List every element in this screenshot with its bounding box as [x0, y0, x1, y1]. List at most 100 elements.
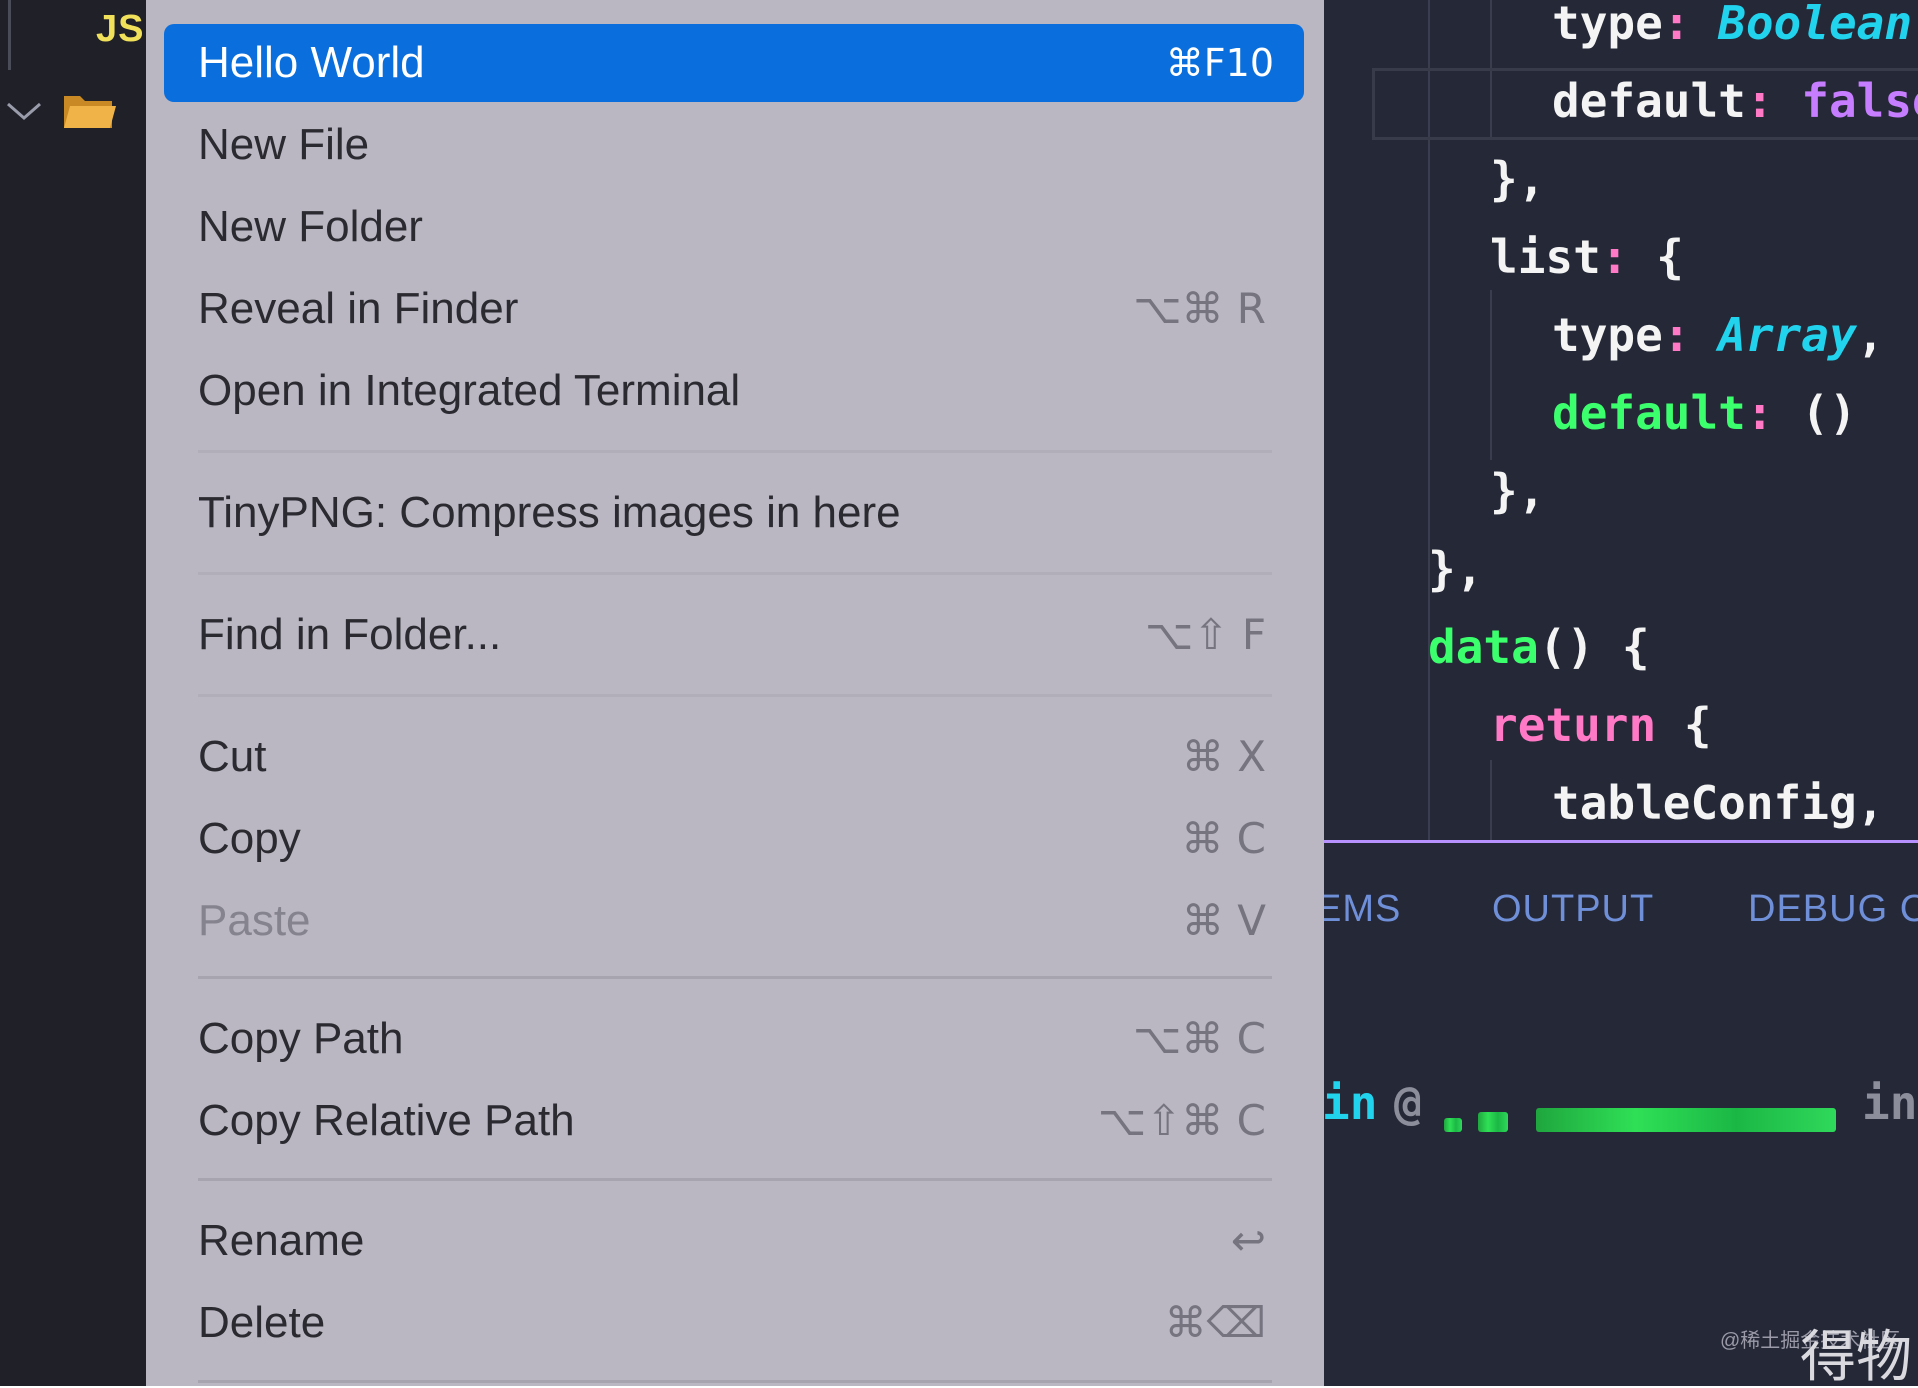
- menu-separator: [198, 976, 1272, 979]
- terminal-suffix: in: [1862, 1076, 1918, 1130]
- menu-item-paste: Paste ⌘ V: [164, 882, 1304, 960]
- code-token: list: [1490, 230, 1601, 284]
- redacted-text: [1478, 1112, 1508, 1132]
- code-token: default: [1552, 386, 1746, 440]
- menu-item-shortcut: ⌘F10: [1165, 41, 1274, 85]
- menu-item-label: Delete: [198, 1298, 326, 1347]
- code-token: (): [1801, 386, 1857, 440]
- tab-output[interactable]: OUTPUT: [1492, 888, 1654, 931]
- menu-item-delete[interactable]: Delete ⌘⌫: [164, 1284, 1304, 1362]
- menu-item-shortcut: ⌘ V: [1181, 896, 1266, 945]
- code-token: default: [1552, 74, 1746, 128]
- terminal-prefix: in: [1322, 1076, 1378, 1130]
- code-line: return {: [1490, 686, 1712, 764]
- code-token: type: [1552, 308, 1663, 362]
- menu-item-label: Copy Relative Path: [198, 1096, 575, 1145]
- menu-item-label: Copy: [198, 814, 301, 863]
- code-line: default: (): [1552, 374, 1857, 452]
- menu-item-label: Hello World: [198, 38, 425, 87]
- code-token: Boolean: [1718, 0, 1913, 50]
- code-token: },: [1428, 542, 1484, 596]
- chevron-down-icon[interactable]: [4, 98, 44, 124]
- tree-indent-guide: [8, 0, 11, 70]
- code-line: type: Array,: [1552, 296, 1884, 374]
- code-token: tableConfig,: [1552, 776, 1885, 830]
- menu-item-shortcut: ⌥⇧⌘ C: [1097, 1096, 1266, 1145]
- code-token: type: [1552, 0, 1663, 50]
- indent-guide: [1490, 760, 1492, 840]
- code-line: list: {: [1490, 218, 1684, 296]
- panel-border: [1324, 840, 1918, 843]
- code-token: {: [1656, 698, 1712, 752]
- menu-item-shortcut: ⌥⌘ C: [1132, 1014, 1266, 1063]
- code-line: },: [1428, 530, 1483, 608]
- indent-guide: [1490, 290, 1492, 460]
- code-line: tableConfig,: [1552, 764, 1884, 840]
- tab-debug-console[interactable]: DEBUG C: [1748, 888, 1918, 931]
- js-file-icon[interactable]: JS: [96, 8, 144, 51]
- menu-item-label: Copy Path: [198, 1014, 404, 1063]
- code-token: :: [1662, 308, 1719, 362]
- menu-item-label: New Folder: [198, 202, 423, 251]
- indent-guide: [1428, 680, 1430, 840]
- code-line: default: false: [1552, 62, 1918, 140]
- menu-item-label: Cut: [198, 732, 267, 781]
- redacted-text: [1444, 1118, 1462, 1132]
- menu-item-reveal-in-finder[interactable]: Reveal in Finder ⌥⌘ R: [164, 270, 1304, 348]
- code-line: },: [1490, 452, 1545, 530]
- code-token: },: [1490, 152, 1546, 206]
- terminal-at: @: [1394, 1076, 1422, 1130]
- menu-item-find-in-folder[interactable]: Find in Folder... ⌥⇧ F: [164, 596, 1304, 674]
- menu-item-tinypng[interactable]: TinyPNG: Compress images in here: [164, 474, 1304, 552]
- menu-item-label: TinyPNG: Compress images in here: [198, 488, 901, 537]
- menu-item-label: Find in Folder...: [198, 610, 502, 659]
- explorer-sidebar: JS: [0, 0, 148, 1386]
- menu-item-new-folder[interactable]: New Folder: [164, 188, 1304, 266]
- code-line: type: Boolean: [1552, 0, 1912, 62]
- menu-item-rename[interactable]: Rename ↩: [164, 1202, 1304, 1280]
- menu-separator: [198, 572, 1272, 575]
- menu-item-shortcut: ⌘ C: [1181, 814, 1266, 863]
- code-token: ,: [1856, 308, 1885, 362]
- code-token: {: [1656, 230, 1684, 284]
- code-editor[interactable]: type: Booleandefault: false},list: {type…: [1324, 0, 1918, 840]
- menu-item-open-in-terminal[interactable]: Open in Integrated Terminal: [164, 352, 1304, 430]
- menu-item-copy-path[interactable]: Copy Path ⌥⌘ C: [164, 1000, 1304, 1078]
- menu-item-label: Paste: [198, 896, 311, 945]
- code-line: data() {: [1428, 608, 1650, 686]
- menu-item-shortcut: ⌥⇧ F: [1144, 610, 1266, 659]
- code-line: },: [1490, 140, 1545, 218]
- menu-separator: [198, 1178, 1272, 1181]
- code-token: () {: [1538, 620, 1650, 674]
- code-token: false: [1801, 74, 1918, 128]
- menu-item-copy[interactable]: Copy ⌘ C: [164, 800, 1304, 878]
- open-folder-icon[interactable]: [60, 86, 118, 134]
- menu-item-shortcut: ⌘ X: [1181, 732, 1266, 781]
- menu-separator: [198, 1380, 1272, 1383]
- code-token: Array: [1718, 308, 1857, 362]
- menu-item-shortcut: ⌘⌫: [1164, 1298, 1266, 1347]
- tab-problems[interactable]: EMS: [1324, 888, 1401, 931]
- menu-item-label: Reveal in Finder: [198, 284, 519, 333]
- menu-item-shortcut: ⌥⌘ R: [1133, 284, 1266, 333]
- return-key-icon: ↩: [1230, 1216, 1266, 1265]
- menu-item-cut[interactable]: Cut ⌘ X: [164, 718, 1304, 796]
- menu-separator: [198, 694, 1272, 697]
- code-token: :: [1745, 74, 1802, 128]
- code-token: data: [1428, 620, 1539, 674]
- redacted-text: [1536, 1108, 1836, 1132]
- code-token: return: [1490, 698, 1657, 752]
- screen: JS type: Booleandefault: false},list: {t…: [0, 0, 1918, 1388]
- menu-item-label: Rename: [198, 1216, 365, 1265]
- code-token: :: [1662, 0, 1719, 50]
- code-token: :: [1600, 230, 1657, 284]
- menu-separator: [198, 450, 1272, 453]
- code-token: },: [1490, 464, 1546, 518]
- menu-item-label: Open in Integrated Terminal: [198, 366, 741, 415]
- menu-item-new-file[interactable]: New File: [164, 106, 1304, 184]
- menu-overflow-text: [346, 0, 357, 17]
- menu-item-copy-relative-path[interactable]: Copy Relative Path ⌥⇧⌘ C: [164, 1082, 1304, 1160]
- menu-item-hello-world[interactable]: Hello World ⌘F10: [164, 24, 1304, 102]
- menu-item-label: New File: [198, 120, 370, 169]
- code-token: :: [1745, 386, 1802, 440]
